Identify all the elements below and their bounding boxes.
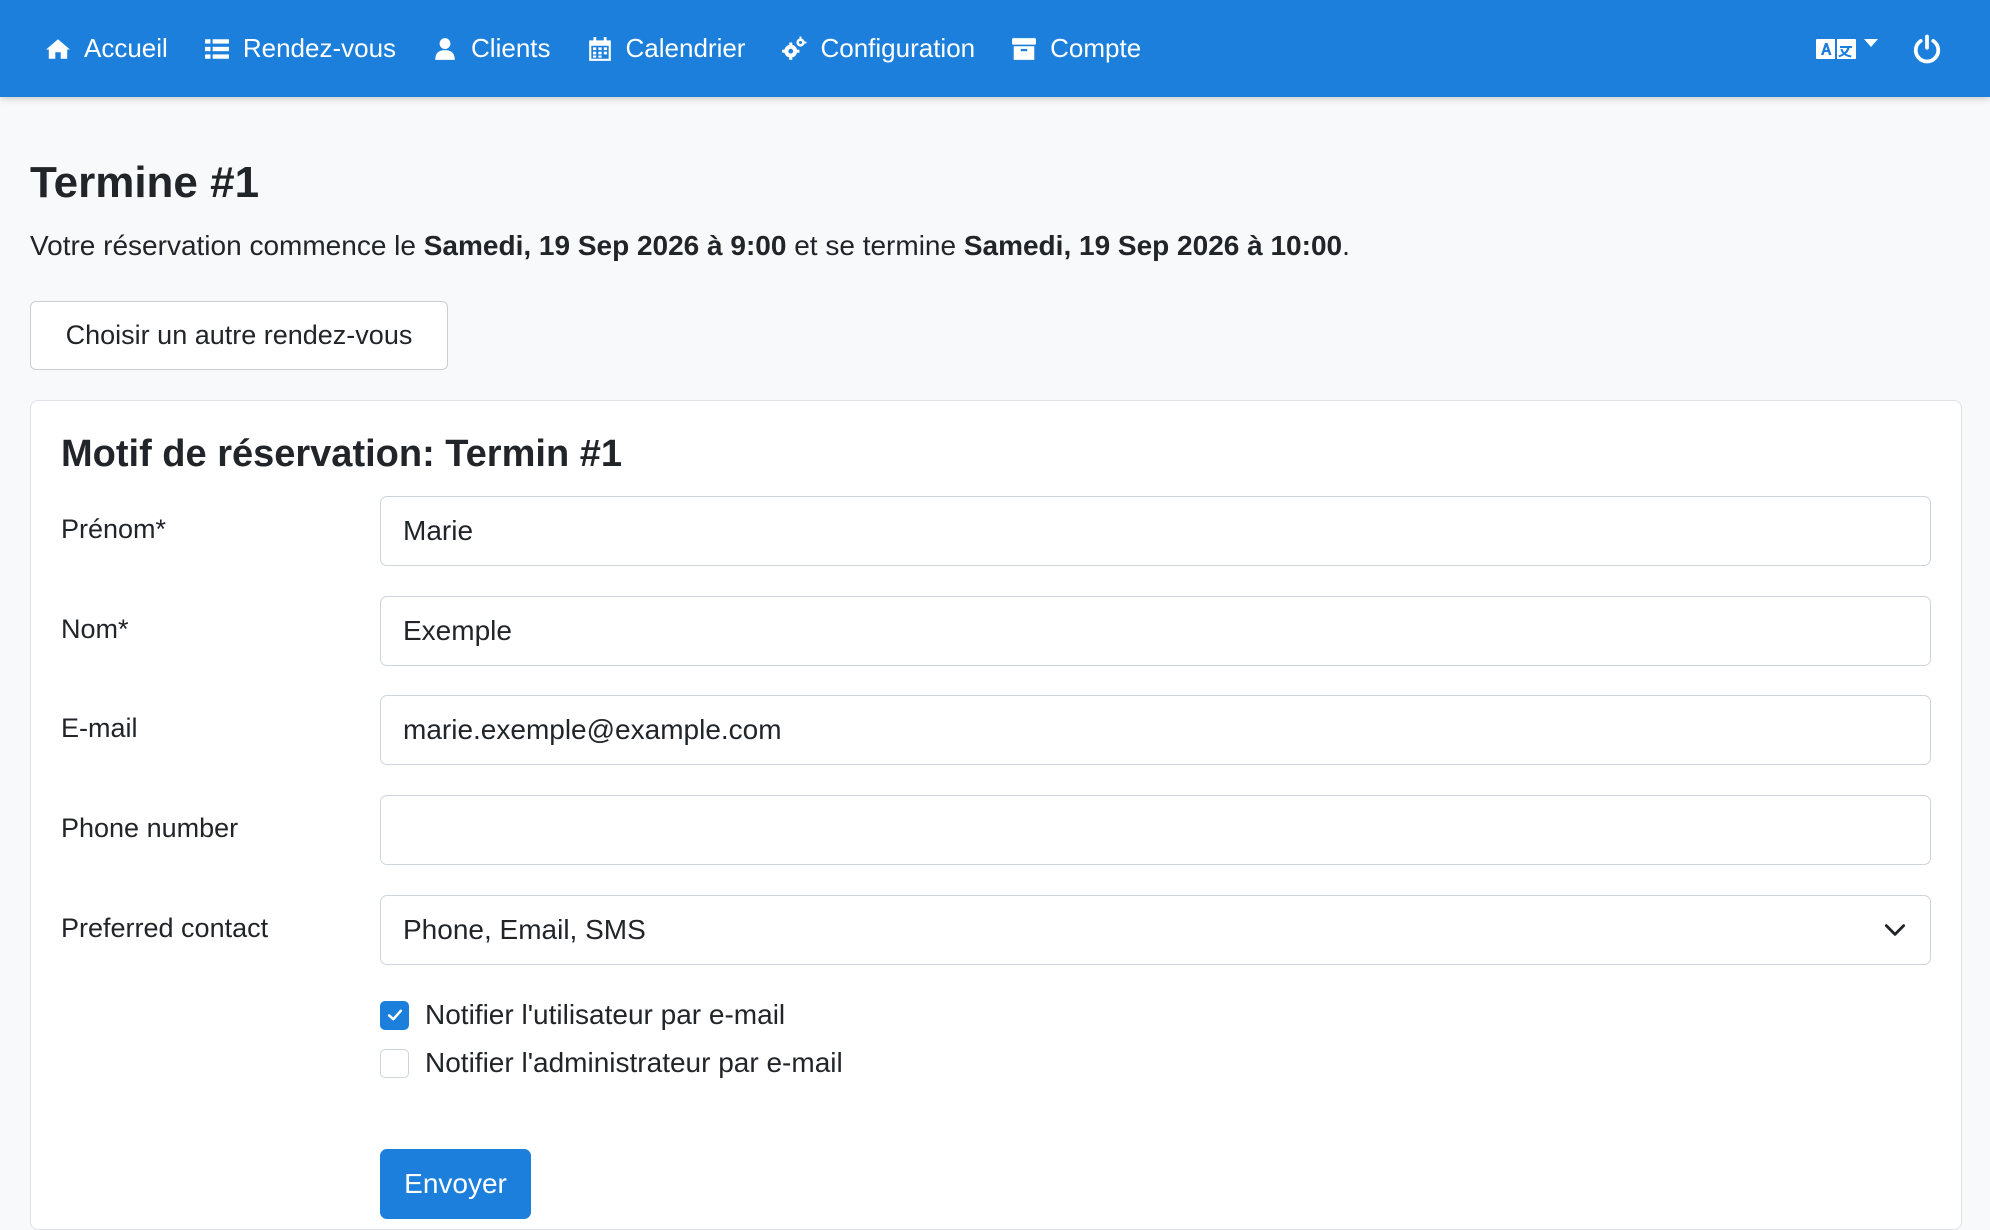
- top-navbar: Accueil Rendez-vous Clients Calendrier C…: [0, 0, 1990, 97]
- page-title: Termine #1: [30, 158, 260, 207]
- email-field[interactable]: marie.exemple@example.com: [380, 695, 1931, 765]
- booking-start: Samedi, 19 Sep 2026 à 9:00: [423, 230, 787, 261]
- nav-item-compte[interactable]: Compte: [1010, 33, 1141, 64]
- preferred-contact-select[interactable]: Phone, Email, SMS: [380, 895, 1931, 965]
- first-name-label: Prénom*: [61, 514, 167, 544]
- phone-row: Phone number: [61, 795, 1931, 865]
- translate-icon: [1816, 37, 1856, 61]
- last-name-field[interactable]: Exemple: [380, 596, 1931, 666]
- archive-icon: [1010, 35, 1038, 63]
- nav-item-accueil[interactable]: Accueil: [44, 33, 168, 64]
- submit-button[interactable]: Envoyer: [380, 1149, 531, 1219]
- summary-suffix: .: [1342, 230, 1350, 261]
- booking-end: Samedi, 19 Sep 2026 à 10:00: [963, 230, 1343, 261]
- language-dropdown[interactable]: [1816, 37, 1878, 61]
- last-name-label: Nom*: [61, 614, 129, 644]
- nav-item-clients[interactable]: Clients: [431, 33, 551, 64]
- first-name-row: Prénom* Marie: [61, 496, 1931, 566]
- chevron-down-icon: [1882, 917, 1908, 943]
- notify-admin-option[interactable]: Notifier l'administrateur par e-mail: [380, 1047, 843, 1079]
- nav-right-group: [1816, 0, 1990, 97]
- phone-field[interactable]: [380, 795, 1931, 865]
- nav-item-label: Clients: [471, 33, 551, 63]
- nav-item-calendrier[interactable]: Calendrier: [586, 33, 746, 64]
- nav-item-label: Calendrier: [625, 33, 746, 63]
- list-icon: [203, 35, 231, 63]
- booking-summary: Votre réservation commence le Samedi, 19…: [30, 230, 1350, 262]
- user-icon: [431, 35, 459, 63]
- check-icon: [387, 1009, 402, 1021]
- chevron-down-icon: [1864, 38, 1878, 47]
- power-icon[interactable]: [1912, 34, 1942, 64]
- nav-item-label: Configuration: [820, 33, 976, 63]
- notify-user-option[interactable]: Notifier l'utilisateur par e-mail: [380, 999, 785, 1031]
- preferred-contact-row: Preferred contact Phone, Email, SMS: [61, 895, 1931, 965]
- nav-menu: Accueil Rendez-vous Clients Calendrier C…: [44, 33, 1176, 64]
- cogs-icon: [780, 35, 808, 63]
- nav-item-rendez-vous[interactable]: Rendez-vous: [203, 33, 396, 64]
- notify-user-checkbox[interactable]: [380, 1000, 409, 1030]
- last-name-row: Nom* Exemple: [61, 596, 1931, 666]
- form-title: Motif de réservation: Termin #1: [61, 433, 622, 475]
- email-row: E-mail marie.exemple@example.com: [61, 695, 1931, 765]
- notify-user-label: Notifier l'utilisateur par e-mail: [425, 999, 786, 1030]
- nav-item-label: Compte: [1050, 33, 1142, 63]
- preferred-contact-value: Phone, Email, SMS: [403, 914, 646, 945]
- nav-item-label: Rendez-vous: [242, 33, 397, 63]
- summary-prefix: Votre réservation commence le: [30, 230, 424, 261]
- preferred-contact-label: Preferred contact: [61, 913, 269, 943]
- home-icon: [44, 35, 72, 63]
- calendar-icon: [586, 35, 614, 63]
- phone-label: Phone number: [61, 813, 239, 843]
- notify-admin-checkbox[interactable]: [380, 1048, 409, 1078]
- notify-admin-label: Notifier l'administrateur par e-mail: [425, 1047, 843, 1078]
- nav-item-label: Accueil: [84, 33, 168, 63]
- booking-form-card: Motif de réservation: Termin #1 Prénom* …: [30, 400, 1962, 1230]
- nav-item-configuration[interactable]: Configuration: [780, 33, 975, 64]
- choose-other-appointment-button[interactable]: Choisir un autre rendez-vous: [30, 301, 448, 370]
- summary-middle: et se termine: [786, 230, 964, 261]
- first-name-field[interactable]: Marie: [380, 496, 1931, 566]
- email-label: E-mail: [61, 713, 138, 743]
